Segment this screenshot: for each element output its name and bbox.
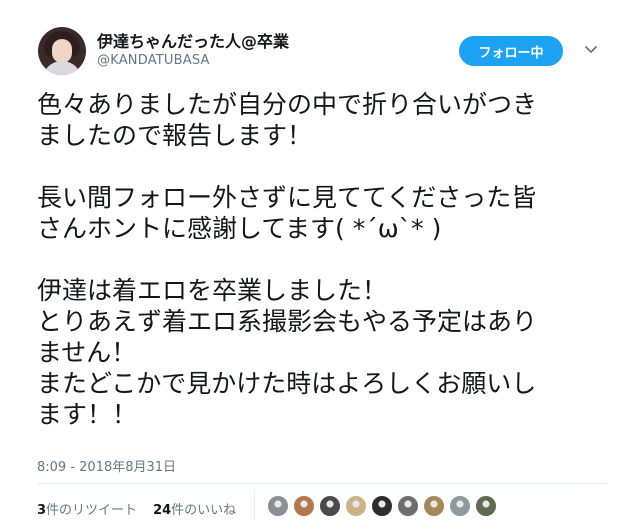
like-label: 件のいいね (171, 503, 237, 518)
tweet-line (37, 151, 607, 182)
tweet-line (37, 244, 607, 275)
user-handle[interactable]: @KANDATUBASA (97, 53, 210, 68)
liker-avatar[interactable] (475, 495, 497, 517)
liker-avatar[interactable] (267, 495, 289, 517)
retweet-stat[interactable]: 3件のリツイート (37, 499, 137, 518)
tweet-line: ません！ (37, 338, 137, 367)
tweet-line: またどこかで見かけた時はよろしくお願いし (37, 369, 537, 398)
retweet-count: 3 (37, 503, 47, 518)
stats-separator (254, 490, 255, 520)
chevron-down-icon[interactable] (583, 42, 599, 58)
tweet-line: ましたので報告します！ (37, 121, 313, 150)
tweet-text: 色々ありましたが自分の中で折り合いがつき ましたので報告します！ 長い間フォロー… (37, 89, 607, 430)
liker-avatar[interactable] (293, 495, 315, 517)
tweet-timestamp[interactable]: 8:09 - 2018年8月31日 (37, 456, 176, 475)
tweet-card: 伊達ちゃんだった人@卒業 @KANDATUBASA フォロー中 色々ありましたが… (0, 0, 637, 531)
tweet-line: ます！！ (37, 400, 138, 429)
tweet-line: 長い間フォロー外さずに見ててくださった皆 (37, 183, 537, 212)
liker-avatar[interactable] (345, 495, 367, 517)
tweet-stats: 3件のリツイート 24件のいいね (37, 499, 236, 518)
liker-avatar[interactable] (397, 495, 419, 517)
display-name[interactable]: 伊達ちゃんだった人@卒業 (97, 28, 289, 52)
liker-avatar[interactable] (371, 495, 393, 517)
like-stat[interactable]: 24件のいいね (153, 499, 236, 518)
avatar[interactable] (38, 27, 86, 75)
liker-avatar[interactable] (449, 495, 471, 517)
divider (37, 483, 607, 484)
tweet-line: 伊達は着エロを卒業しました！ (37, 276, 388, 305)
like-count: 24 (153, 503, 172, 518)
tweet-line: さんホントに感謝してます( *´ω`* ) (37, 214, 442, 243)
liker-avatars (267, 495, 501, 517)
liker-avatar[interactable] (423, 495, 445, 517)
tweet-line: 色々ありましたが自分の中で折り合いがつき (37, 90, 538, 119)
retweet-label: 件のリツイート (46, 503, 138, 518)
following-button[interactable]: フォロー中 (459, 36, 563, 66)
tweet-line: とりあえず着エロ系撮影会もやる予定はあり (37, 307, 538, 336)
liker-avatar[interactable] (319, 495, 341, 517)
